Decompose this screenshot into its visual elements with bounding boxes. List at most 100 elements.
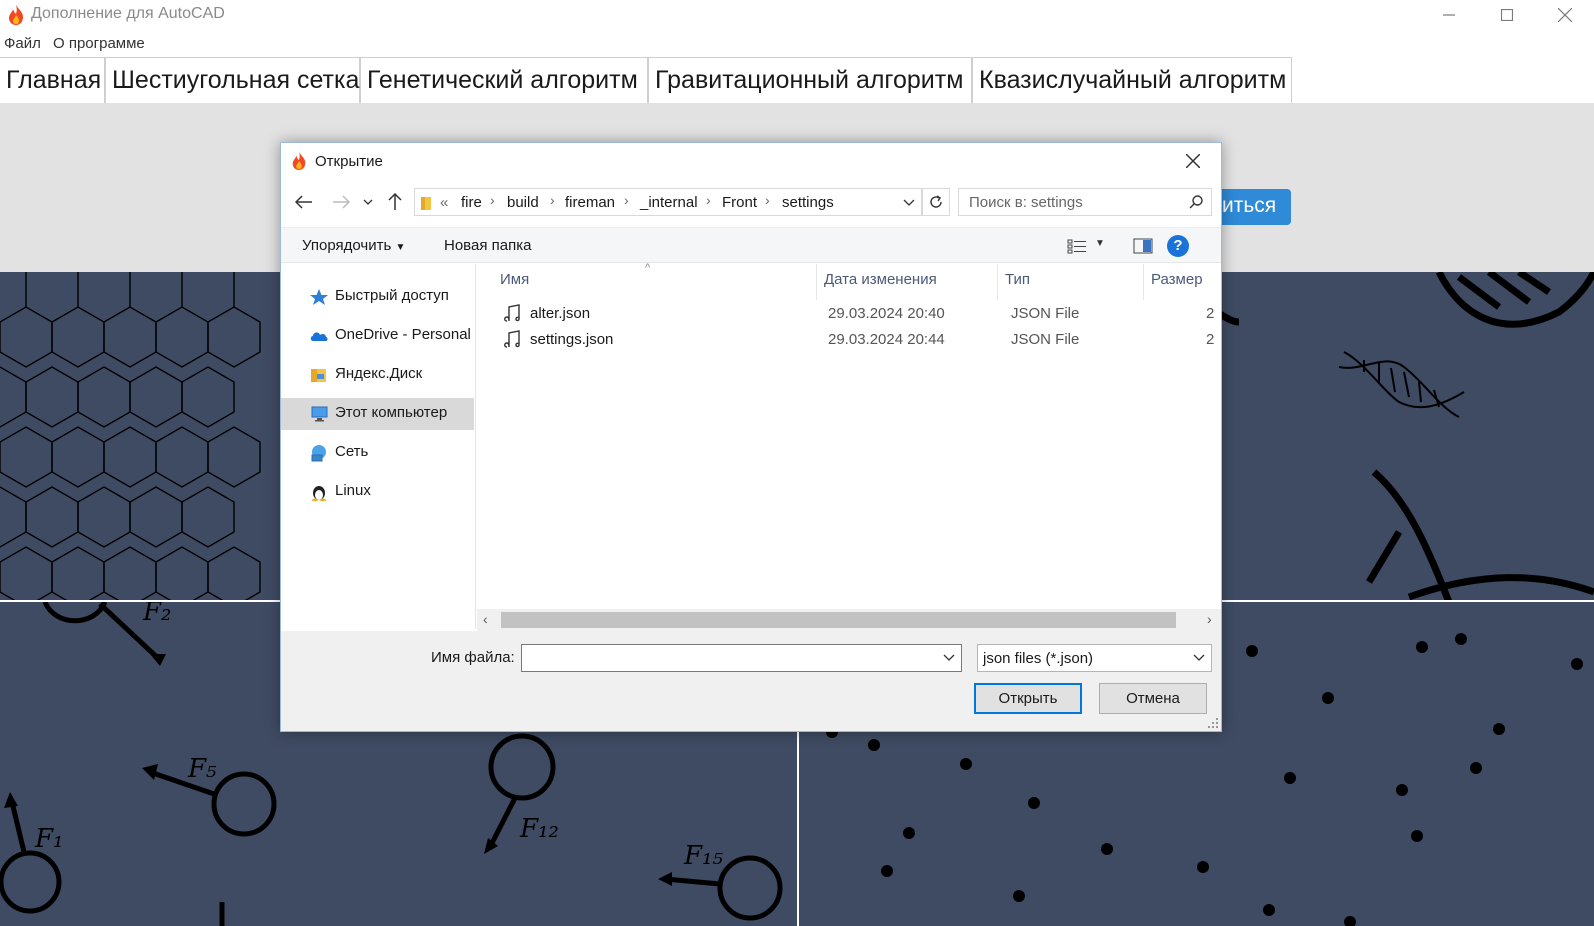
- details-view-icon: [1067, 239, 1086, 254]
- filetype-select[interactable]: json files (*.json): [977, 644, 1212, 672]
- tab-bar: Главная Шестиугольная сетка Генетический…: [0, 57, 1594, 103]
- file-date: 29.03.2024 20:44: [828, 331, 945, 348]
- file-type: JSON File: [1011, 331, 1080, 348]
- back-button[interactable]: [293, 191, 315, 213]
- folder-icon: [421, 197, 431, 210]
- column-divider[interactable]: [816, 264, 817, 300]
- tab-genetic[interactable]: Генетический алгоритм: [360, 57, 648, 103]
- preview-pane-button[interactable]: [1133, 238, 1153, 256]
- refresh-icon: [930, 195, 942, 208]
- app-window: Дополнение для AutoCAD Файл О программе …: [0, 0, 1594, 926]
- scroll-thumb[interactable]: [501, 612, 1176, 628]
- menu-about[interactable]: О программе: [53, 35, 145, 52]
- force-label-f12: F₁₂: [519, 814, 559, 844]
- file-row[interactable]: alter.json 29.03.2024 20:40 JSON File 2: [477, 301, 1221, 327]
- nav-item-label: Linux: [335, 482, 371, 499]
- chevron-down-icon[interactable]: [903, 199, 915, 206]
- folder-icon: [311, 369, 326, 382]
- sort-ascending-icon: ^: [645, 262, 651, 274]
- organize-button[interactable]: Упорядочить ▼: [302, 237, 405, 254]
- scroll-left-icon[interactable]: ‹: [483, 611, 488, 627]
- nav-item-label: Этот компьютер: [335, 404, 448, 421]
- arrow-left-icon: [295, 195, 312, 209]
- new-folder-button[interactable]: Новая папка: [444, 237, 531, 254]
- up-button[interactable]: [384, 191, 406, 213]
- search-input[interactable]: Поиск в: settings: [969, 194, 1083, 211]
- preview-pane-icon: [1133, 238, 1153, 254]
- cloud-icon: [310, 332, 328, 341]
- column-divider[interactable]: [997, 264, 998, 300]
- filename-input[interactable]: [521, 644, 962, 672]
- file-type: JSON File: [1011, 305, 1080, 322]
- maximize-button[interactable]: [1484, 0, 1530, 30]
- forward-button[interactable]: [330, 191, 352, 213]
- dialog-close-button[interactable]: [1179, 149, 1207, 173]
- caret-down-icon: ▼: [1095, 238, 1105, 249]
- nav-linux[interactable]: Linux: [281, 476, 474, 508]
- recent-locations-button[interactable]: [361, 191, 375, 213]
- chevron-down-icon: [363, 199, 373, 205]
- crumb-fireman[interactable]: fireman: [565, 194, 615, 211]
- resize-grip-icon[interactable]: [1207, 717, 1219, 729]
- menu-file[interactable]: Файл: [4, 35, 41, 52]
- nav-yandex-disk[interactable]: Яндекс.Диск: [281, 359, 474, 391]
- nav-network[interactable]: Сеть: [281, 437, 474, 469]
- column-divider[interactable]: [1143, 264, 1144, 300]
- network-icon: [311, 445, 326, 462]
- crumb-fire[interactable]: fire: [461, 194, 482, 211]
- menu-bar: Файл О программе: [0, 33, 1594, 55]
- crumb-separator-icon: ›: [706, 192, 711, 208]
- cancel-button[interactable]: Отмена: [1099, 683, 1207, 714]
- tab-quasi-random[interactable]: Квазислучайный алгоритм: [972, 57, 1292, 103]
- search-icon: [1189, 195, 1203, 209]
- crumb-internal[interactable]: _internal: [640, 194, 698, 211]
- crumb-separator-icon: ›: [765, 192, 770, 208]
- refresh-button[interactable]: [922, 188, 950, 216]
- address-bar[interactable]: « fire › build › fireman › _internal › F…: [414, 188, 922, 216]
- close-button[interactable]: [1542, 0, 1588, 30]
- crumb-settings[interactable]: settings: [782, 194, 834, 211]
- caret-down-icon: ▼: [395, 242, 406, 253]
- column-header-type[interactable]: Тип: [1005, 271, 1030, 288]
- address-overflow[interactable]: «: [440, 194, 448, 211]
- crumb-separator-icon: ›: [490, 192, 495, 208]
- help-icon: ?: [1173, 237, 1183, 254]
- json-file-icon: [504, 330, 520, 348]
- horizontal-scrollbar[interactable]: ‹ ›: [477, 609, 1221, 631]
- tab-gravity[interactable]: Гравитационный алгоритм: [648, 57, 972, 103]
- nav-item-label: Быстрый доступ: [335, 287, 449, 304]
- nav-this-pc[interactable]: Этот компьютер: [281, 398, 474, 430]
- crumb-build[interactable]: build: [507, 194, 539, 211]
- column-header-size[interactable]: Размер: [1151, 271, 1203, 288]
- organize-label: Упорядочить: [302, 237, 392, 254]
- linux-icon: [312, 486, 326, 501]
- nav-onedrive[interactable]: OneDrive - Personal: [281, 320, 474, 352]
- file-name: alter.json: [530, 305, 591, 322]
- nav-quick-access[interactable]: Быстрый доступ: [281, 281, 474, 313]
- help-button[interactable]: ?: [1167, 235, 1189, 257]
- maximize-icon: [1501, 9, 1513, 21]
- file-name: settings.json: [530, 331, 614, 348]
- scroll-right-icon[interactable]: ›: [1207, 611, 1212, 627]
- open-button[interactable]: Открыть: [974, 683, 1082, 714]
- column-header-date[interactable]: Дата изменения: [824, 271, 937, 288]
- navigation-pane: Быстрый доступ OneDrive - Personal Яндек…: [281, 264, 476, 629]
- tab-main[interactable]: Главная: [0, 57, 105, 103]
- crumb-front[interactable]: Front: [722, 194, 757, 211]
- search-box[interactable]: Поиск в: settings: [958, 188, 1212, 216]
- force-label-f15: F₁₅: [683, 841, 723, 871]
- chevron-down-icon[interactable]: [943, 651, 955, 663]
- force-label-f1: F₁: [34, 824, 63, 854]
- file-list: ^ Имя Дата изменения Тип Размер alter.js…: [477, 262, 1221, 629]
- minimize-button[interactable]: [1426, 0, 1472, 30]
- nav-item-label: Сеть: [335, 443, 369, 460]
- minimize-icon: [1443, 14, 1455, 16]
- tab-hex-grid[interactable]: Шестиугольная сетка: [105, 57, 360, 103]
- view-options-button[interactable]: ▼: [1067, 238, 1107, 256]
- computer-icon: [311, 406, 328, 422]
- filename-label: Имя файла:: [431, 649, 515, 666]
- close-icon: [1558, 8, 1572, 22]
- column-header-name[interactable]: Имя: [500, 271, 529, 288]
- command-bar: Упорядочить ▼ Новая папка ▼ ?: [281, 227, 1221, 263]
- file-row[interactable]: settings.json 29.03.2024 20:44 JSON File…: [477, 327, 1221, 353]
